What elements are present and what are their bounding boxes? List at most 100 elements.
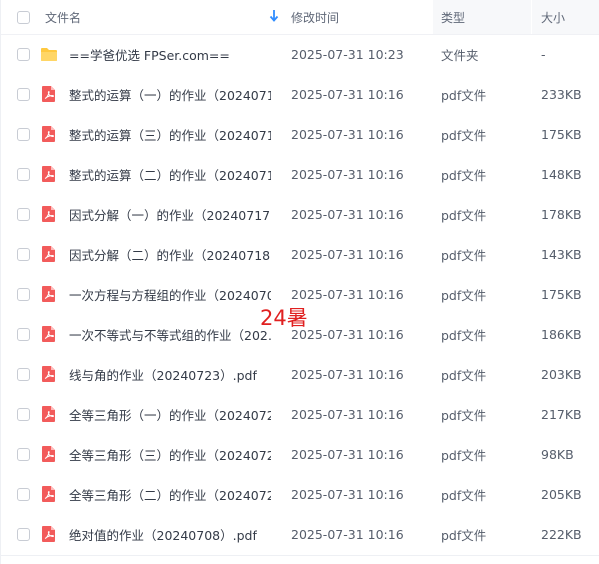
file-row[interactable]: 整式的运算（三）的作业（2024071… 2025-07-31 10:16 pdf文… <box>1 114 599 154</box>
file-size: 222KB <box>541 526 582 542</box>
file-type-cell: pdf文件 <box>441 354 531 394</box>
file-name[interactable]: 全等三角形（二）的作业（2024072… <box>69 485 271 504</box>
modified-time: 2025-07-31 10:16 <box>291 326 404 342</box>
file-name-cell[interactable]: 因式分解（二）的作业（20240718… <box>42 234 285 274</box>
row-check-cell <box>17 354 33 394</box>
modified-time: 2025-07-31 10:16 <box>291 206 404 222</box>
file-size: 98KB <box>541 446 574 462</box>
modified-time-cell: 2025-07-31 10:16 <box>291 434 436 474</box>
row-checkbox[interactable] <box>17 527 30 541</box>
file-name-cell[interactable]: 一次方程与方程组的作业（2024070… <box>42 274 285 314</box>
file-size: 217KB <box>541 406 582 422</box>
file-name[interactable]: ==学爸优选 FPSer.com== <box>69 45 230 64</box>
file-name-cell[interactable]: 全等三角形（一）的作业（2024072… <box>42 394 285 434</box>
file-row[interactable]: 全等三角形（三）的作业（2024072… 2025-07-31 10:16 pdf文… <box>1 434 599 474</box>
file-size: 233KB <box>541 86 582 102</box>
file-row[interactable]: 全等三角形（二）的作业（2024072… 2025-07-31 10:16 pdf文… <box>1 474 599 514</box>
divider <box>1 555 599 556</box>
pdf-icon <box>40 205 58 223</box>
row-checkbox[interactable] <box>17 167 30 181</box>
file-type: pdf文件 <box>441 327 487 343</box>
modified-time: 2025-07-31 10:16 <box>291 486 404 502</box>
file-size: 148KB <box>541 166 582 182</box>
file-name[interactable]: 整式的运算（一）的作业（2024071… <box>69 85 271 104</box>
column-header-name[interactable]: 文件名 <box>45 0 285 34</box>
column-header-time[interactable]: 修改时间 <box>291 0 436 34</box>
file-name-cell[interactable]: 整式的运算（三）的作业（2024071… <box>42 114 285 154</box>
row-checkbox[interactable] <box>17 327 30 341</box>
file-name-cell[interactable]: 整式的运算（二）的作业（2024071… <box>42 154 285 194</box>
row-checkbox[interactable] <box>17 447 30 461</box>
row-checkbox[interactable] <box>17 287 30 301</box>
modified-time: 2025-07-31 10:23 <box>291 46 404 62</box>
file-size-cell: 203KB <box>541 354 596 394</box>
file-type: pdf文件 <box>441 407 487 423</box>
file-name-cell[interactable]: 一次不等式与不等式组的作业（202… <box>42 314 285 354</box>
file-name[interactable]: 因式分解（二）的作业（20240718… <box>69 245 271 264</box>
file-name[interactable]: 整式的运算（三）的作业（2024071… <box>69 125 271 144</box>
pdf-icon <box>40 125 58 143</box>
file-size-cell: 186KB <box>541 314 596 354</box>
file-size: 143KB <box>541 246 582 262</box>
file-list: 文件名 修改时间 类型 大小 ==学爸优选 FPSer.com== 2025-07… <box>0 0 599 564</box>
row-checkbox[interactable] <box>17 207 30 221</box>
row-checkbox[interactable] <box>17 127 30 141</box>
file-size: 175KB <box>541 126 582 142</box>
row-checkbox[interactable] <box>17 367 30 381</box>
file-name-cell[interactable]: 整式的运算（一）的作业（2024071… <box>42 74 285 114</box>
pdf-icon <box>40 85 58 103</box>
file-type: pdf文件 <box>441 287 487 303</box>
column-name-label: 文件名 <box>45 10 82 25</box>
pdf-icon <box>40 245 58 263</box>
file-row[interactable]: 线与角的作业（20240723）.pdf 2025-07-31 10:16 pdf文… <box>1 354 599 394</box>
column-type-label: 类型 <box>441 10 466 25</box>
file-name[interactable]: 整式的运算（二）的作业（2024071… <box>69 165 271 184</box>
row-checkbox[interactable] <box>17 407 30 421</box>
row-checkbox[interactable] <box>17 247 30 261</box>
file-row[interactable]: 整式的运算（一）的作业（2024071… 2025-07-31 10:16 pdf文… <box>1 74 599 114</box>
file-row[interactable]: 因式分解（一）的作业（20240717… 2025-07-31 10:16 pdf文… <box>1 194 599 234</box>
row-checkbox[interactable] <box>17 87 30 101</box>
modified-time: 2025-07-31 10:16 <box>291 246 404 262</box>
file-name-cell[interactable]: 绝对值的作业（20240708）.pdf <box>42 514 285 554</box>
file-name-cell[interactable]: ==学爸优选 FPSer.com== <box>41 34 285 74</box>
modified-time-cell: 2025-07-31 10:16 <box>291 74 436 114</box>
column-header-type[interactable]: 类型 <box>433 0 531 34</box>
file-name[interactable]: 全等三角形（一）的作业（2024072… <box>69 405 271 424</box>
file-row[interactable]: ==学爸优选 FPSer.com== 2025-07-31 10:23 文件夹 - <box>1 34 599 74</box>
arrow-down-icon[interactable] <box>269 9 279 23</box>
pdf-icon <box>40 325 58 343</box>
column-header-size[interactable]: 大小 <box>532 0 599 34</box>
file-row[interactable]: 整式的运算（二）的作业（2024071… 2025-07-31 10:16 pdf文… <box>1 154 599 194</box>
file-name[interactable]: 一次方程与方程组的作业（2024070… <box>69 285 271 304</box>
row-check-cell <box>17 154 33 194</box>
select-all-checkbox[interactable] <box>17 10 30 24</box>
file-name-cell[interactable]: 因式分解（一）的作业（20240717… <box>42 194 285 234</box>
file-row[interactable]: 因式分解（二）的作业（20240718… 2025-07-31 10:16 pdf文… <box>1 234 599 274</box>
file-row[interactable]: 全等三角形（一）的作业（2024072… 2025-07-31 10:16 pdf文… <box>1 394 599 434</box>
file-type: pdf文件 <box>441 487 487 503</box>
modified-time-cell: 2025-07-31 10:16 <box>291 314 436 354</box>
file-name[interactable]: 全等三角形（三）的作业（2024072… <box>69 445 271 464</box>
file-name[interactable]: 因式分解（一）的作业（20240717… <box>69 205 271 224</box>
file-size-cell: 233KB <box>541 74 596 114</box>
row-checkbox[interactable] <box>17 47 30 61</box>
file-size-cell: 175KB <box>541 114 596 154</box>
file-name-cell[interactable]: 全等三角形（三）的作业（2024072… <box>42 434 285 474</box>
file-name[interactable]: 线与角的作业（20240723）.pdf <box>69 365 257 384</box>
row-checkbox[interactable] <box>17 487 30 501</box>
file-name-cell[interactable]: 线与角的作业（20240723）.pdf <box>42 354 285 394</box>
modified-time-cell: 2025-07-31 10:16 <box>291 194 436 234</box>
modified-time-cell: 2025-07-31 10:16 <box>291 274 436 314</box>
file-name-cell[interactable]: 全等三角形（二）的作业（2024072… <box>42 474 285 514</box>
file-row[interactable]: 绝对值的作业（20240708）.pdf 2025-07-31 10:16 pdf文… <box>1 514 599 554</box>
file-name[interactable]: 绝对值的作业（20240708）.pdf <box>69 525 257 544</box>
file-type-cell: pdf文件 <box>441 194 531 234</box>
file-size: 186KB <box>541 326 582 342</box>
file-type: 文件夹 <box>441 47 479 63</box>
column-size-label: 大小 <box>541 10 566 25</box>
file-name[interactable]: 一次不等式与不等式组的作业（202… <box>69 325 271 344</box>
file-size-cell: 148KB <box>541 154 596 194</box>
file-type: pdf文件 <box>441 127 487 143</box>
file-size: 175KB <box>541 286 582 302</box>
